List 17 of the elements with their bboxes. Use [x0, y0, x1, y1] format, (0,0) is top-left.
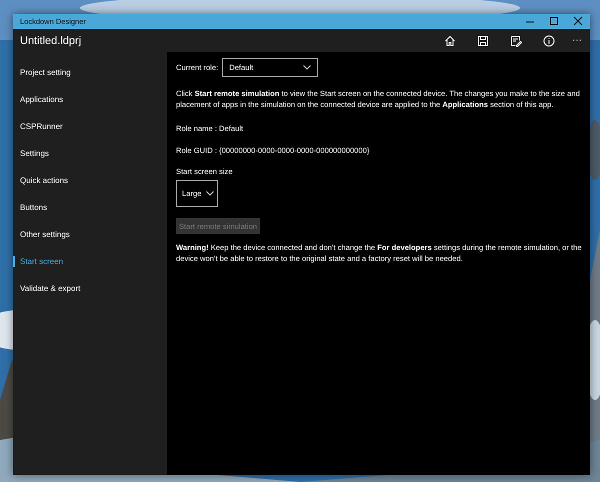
sidebar-item[interactable]: CSPRunner [13, 113, 167, 140]
save-icon[interactable] [477, 34, 489, 46]
more-button[interactable]: ··· [572, 35, 582, 46]
sidebar-item[interactable]: Quick actions [13, 167, 167, 194]
file-name: Untitled.ldprj [20, 34, 82, 46]
sidebar-item[interactable]: Other settings [13, 221, 167, 248]
chevron-down-icon [303, 65, 312, 70]
chevron-down-icon [206, 191, 214, 196]
info-icon[interactable] [543, 34, 555, 46]
sidebar-item[interactable]: Start screen [13, 248, 167, 275]
sidebar-item[interactable]: Settings [13, 140, 167, 167]
sidebar-item[interactable]: Applications [13, 86, 167, 113]
sidebar-item[interactable]: Validate & export [13, 275, 167, 302]
home-icon[interactable] [444, 34, 456, 46]
sidebar-item[interactable]: Buttons [13, 194, 167, 221]
sidebar-item[interactable]: Project setting [13, 59, 167, 86]
edit-icon[interactable] [510, 34, 522, 46]
